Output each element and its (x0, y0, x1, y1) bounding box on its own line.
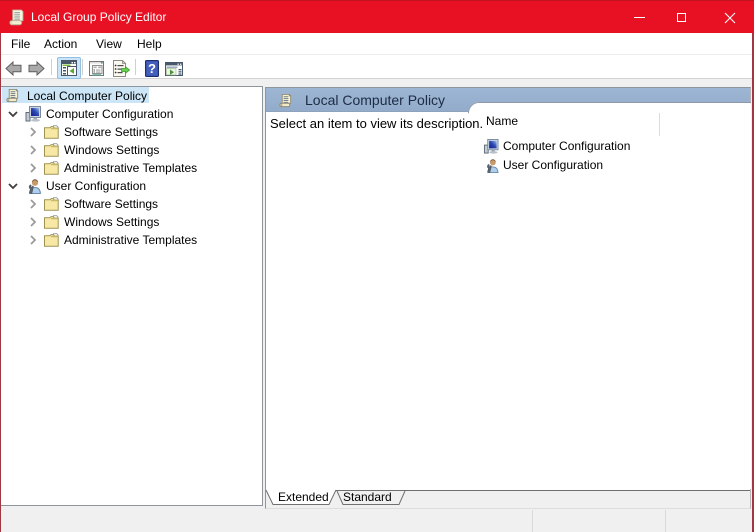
svg-text:?: ? (148, 61, 156, 76)
